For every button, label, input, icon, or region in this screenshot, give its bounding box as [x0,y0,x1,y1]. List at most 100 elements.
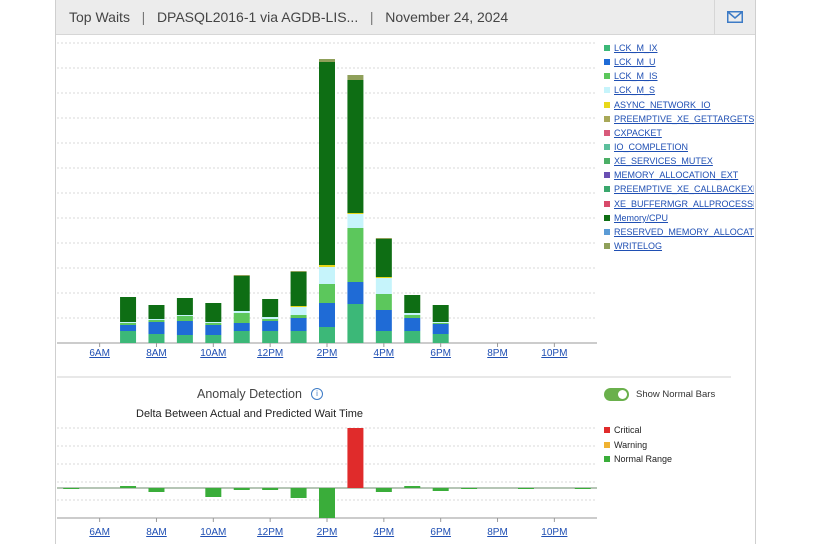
x-tick-label[interactable]: 6PM [430,527,451,538]
bar-segment[interactable] [375,239,392,277]
bar-segment[interactable] [404,331,421,343]
delta-bar[interactable] [574,488,591,489]
bar-segment[interactable] [404,315,421,318]
legend-item[interactable]: ASYNC_NETWORK_IO [604,98,754,112]
bar-segment[interactable] [148,319,165,320]
legend-label[interactable]: LCK_M_S [614,85,655,95]
bar-segment[interactable] [375,238,392,239]
bar-segment[interactable] [262,319,279,321]
legend-item[interactable]: LCK_M_IX [604,41,754,55]
bar-segment[interactable] [176,315,193,316]
bar-segment[interactable] [432,324,449,334]
legend-label[interactable]: PREEMPTIVE_XE_GETTARGETSTATE [614,114,754,124]
bar-segment[interactable] [120,323,137,325]
legend-item[interactable]: XE_SERVICES_MUTEX [604,154,754,168]
bar-segment[interactable] [120,331,137,343]
delta-bar[interactable] [233,488,250,490]
x-tick-label[interactable]: 6AM [89,348,110,359]
x-tick-label[interactable]: 8AM [146,348,167,359]
legend-label[interactable]: PREEMPTIVE_XE_CALLBACKEXECUT [614,184,754,194]
bar-segment[interactable] [233,275,250,276]
legend-item[interactable]: PREEMPTIVE_XE_GETTARGETSTATE [604,112,754,126]
bar-segment[interactable] [148,305,165,319]
legend-label[interactable]: CXPACKET [614,128,662,138]
bar-segment[interactable] [319,284,335,303]
bar-segment[interactable] [375,277,392,278]
legend-item[interactable]: IO_COMPLETION [604,140,754,154]
bar-segment[interactable] [319,62,335,265]
bar-segment[interactable] [233,323,250,331]
bar-segment[interactable] [290,315,307,318]
x-tick-label[interactable]: 6AM [89,527,110,538]
bar-segment[interactable] [262,299,279,317]
x-tick-label[interactable]: 8PM [487,348,508,359]
legend-item[interactable]: WRITELOG [604,239,754,253]
bar-segment[interactable] [290,307,307,315]
delta-bar[interactable] [461,488,478,489]
legend-item[interactable]: PREEMPTIVE_XE_CALLBACKEXECUT [604,182,754,196]
legend-label[interactable]: LCK_M_IX [614,43,658,53]
x-tick-label[interactable]: 10PM [541,348,567,359]
legend-label[interactable]: ASYNC_NETWORK_IO [614,100,711,110]
bar-segment[interactable] [404,318,421,331]
delta-bar[interactable] [262,488,279,490]
bar-segment[interactable] [347,304,364,343]
x-tick-label[interactable]: 8PM [487,527,508,538]
bar-segment[interactable] [120,322,137,323]
legend-label[interactable]: MEMORY_ALLOCATION_EXT [614,170,738,180]
x-tick-label[interactable]: 8AM [146,527,167,538]
x-tick-label[interactable]: 12PM [257,527,283,538]
bar-segment[interactable] [375,278,392,294]
legend-label[interactable]: RESERVED_MEMORY_ALLOCATION [614,227,754,237]
delta-bar[interactable] [120,486,137,488]
bar-segment[interactable] [233,276,250,311]
legend-label[interactable]: XE_SERVICES_MUTEX [614,156,713,166]
bar-segment[interactable] [205,335,222,343]
bar-segment[interactable] [148,322,165,334]
bar-segment[interactable] [148,320,165,322]
legend-item[interactable]: MEMORY_ALLOCATION_EXT [604,168,754,182]
bar-segment[interactable] [432,322,449,323]
bar-segment[interactable] [432,323,449,324]
show-normal-bars-toggle[interactable] [604,388,629,401]
bar-segment[interactable] [347,282,364,304]
legend-item[interactable]: LCK_M_U [604,55,754,69]
legend-label[interactable]: LCK_M_IS [614,71,658,81]
x-tick-label[interactable]: 10PM [541,527,567,538]
legend-item[interactable]: XE_BUFFERMGR_ALLPROCESSED_E [604,197,754,211]
legend-label[interactable]: WRITELOG [614,241,662,251]
delta-bar[interactable] [319,488,335,518]
bar-segment[interactable] [148,334,165,343]
delta-bar[interactable] [517,488,534,489]
legend-label[interactable]: LCK_M_U [614,57,656,67]
x-tick-label[interactable]: 10AM [200,348,226,359]
x-tick-label[interactable]: 10AM [200,527,226,538]
delta-bar[interactable] [205,488,222,497]
legend-label[interactable]: XE_BUFFERMGR_ALLPROCESSED_E [614,199,754,209]
x-tick-label[interactable]: 2PM [317,527,338,538]
bar-segment[interactable] [347,228,364,282]
bar-segment[interactable] [176,298,193,315]
bar-segment[interactable] [233,331,250,343]
bar-segment[interactable] [120,325,137,331]
bar-segment[interactable] [319,267,335,284]
bar-segment[interactable] [375,310,392,331]
legend-item[interactable]: LCK_M_IS [604,69,754,83]
bar-segment[interactable] [404,295,421,313]
bar-segment[interactable] [290,306,307,307]
bar-segment[interactable] [290,272,307,306]
bar-segment[interactable] [262,321,279,331]
delta-bar[interactable] [375,488,392,492]
x-tick-label[interactable]: 4PM [374,348,395,359]
bar-segment[interactable] [432,305,449,322]
bar-segment[interactable] [176,321,193,335]
bar-segment[interactable] [432,334,449,343]
legend-label[interactable]: Memory/CPU [614,213,668,223]
bar-segment[interactable] [347,214,364,228]
bar-segment[interactable] [233,311,250,313]
bar-segment[interactable] [205,325,222,335]
bar-segment[interactable] [290,331,307,343]
bar-segment[interactable] [347,75,364,80]
bar-segment[interactable] [176,316,193,321]
bar-segment[interactable] [347,213,364,214]
